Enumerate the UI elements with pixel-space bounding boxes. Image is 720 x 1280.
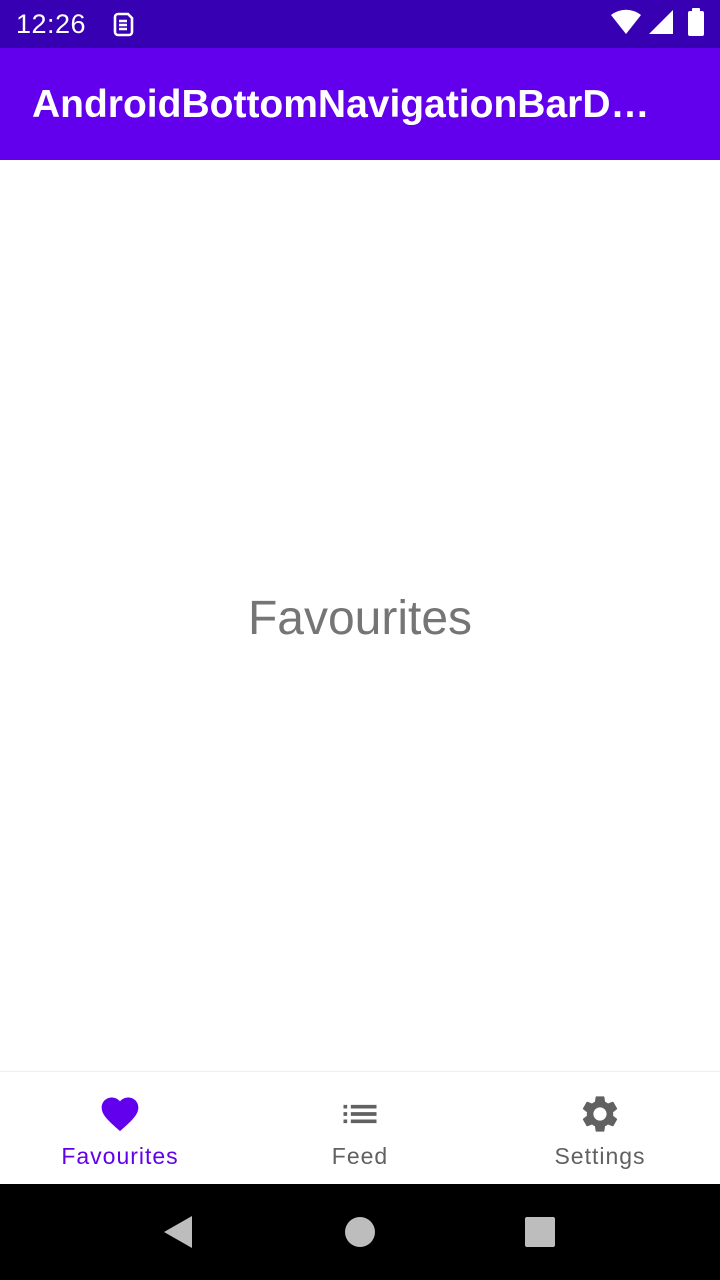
nav-label-feed: Feed [331,1143,389,1169]
status-time: 12:26 [16,9,87,39]
nav-label-favourites: Favourites [61,1143,179,1169]
system-navigation-bar [0,1184,720,1280]
list-icon [338,1092,382,1136]
nav-item-feed[interactable]: Feed [240,1072,480,1185]
app-bar: AndroidBottomNavigationBarDemo [0,48,720,160]
fragment-label: Favourites [247,592,473,645]
status-icons [610,7,704,41]
gear-icon [578,1092,622,1136]
home-circle-icon [345,1217,375,1247]
cell-signal-icon [648,9,674,40]
app-title: AndroidBottomNavigationBarDemo [32,83,662,126]
recents-square-icon [525,1217,555,1247]
battery-icon [688,7,704,41]
content-area: Favourites [0,160,720,1071]
nav-label-settings: Settings [554,1143,646,1169]
home-button[interactable] [340,1212,380,1252]
back-button[interactable] [158,1212,198,1252]
app-screen: 12:26 AndroidBottomNavigationBarDemo Fav… [0,0,720,1280]
status-bar: 12:26 [0,0,720,48]
nav-item-favourites[interactable]: Favourites [0,1072,240,1185]
nav-item-settings[interactable]: Settings [480,1072,720,1185]
heart-icon [98,1092,142,1136]
wifi-icon [610,9,642,40]
recents-button[interactable] [520,1212,560,1252]
bottom-navigation-bar: Favourites Feed Settings [0,1071,720,1185]
back-triangle-icon [164,1216,192,1248]
sim-notification-icon [110,10,136,38]
